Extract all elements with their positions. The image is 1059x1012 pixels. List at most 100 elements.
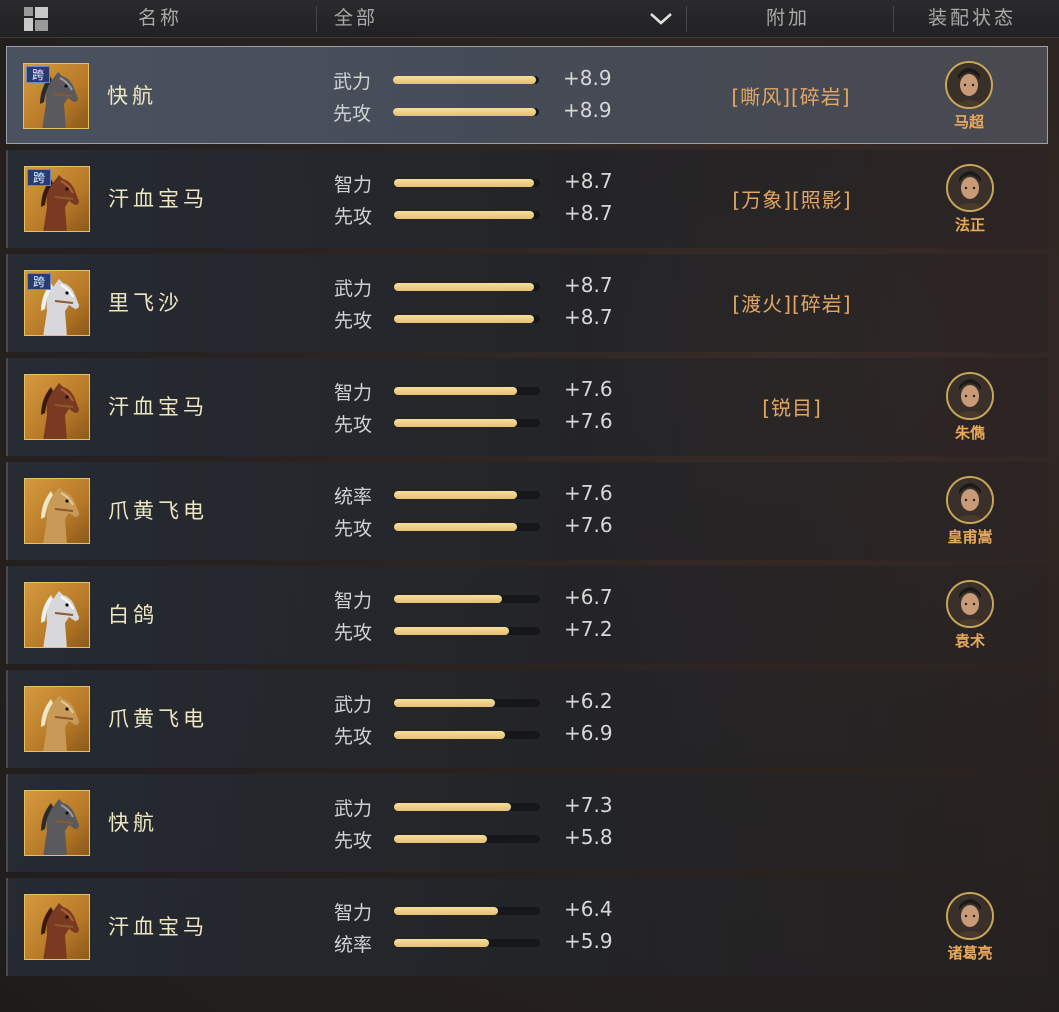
stat-label: 智力 <box>334 590 373 612</box>
stat-value: +7.6 <box>564 481 613 505</box>
stat-label: 先攻 <box>334 830 373 852</box>
stat-label: 先攻 <box>333 103 372 125</box>
general-avatar[interactable] <box>946 580 994 628</box>
header-attach[interactable]: 附加 <box>766 0 810 38</box>
mount-name: 爪黄飞电 <box>108 707 208 731</box>
mount-row[interactable]: 快航 武力 +7.3 先攻 +5.8 <box>6 774 1048 872</box>
horse-portrait <box>24 686 90 752</box>
mount-name: 白鸽 <box>108 603 158 627</box>
stat-bar-fill <box>394 595 503 603</box>
mount-row[interactable]: 汗血宝马 智力 +7.6 先攻 +7.6 [锐目] 朱儁 <box>6 358 1048 456</box>
attached-traits[interactable]: [渡火][碎岩] <box>682 288 902 317</box>
stat-bar-fill <box>394 179 535 187</box>
stat-value: +8.9 <box>563 66 612 90</box>
stat-value: +8.7 <box>564 305 613 329</box>
stat-bar <box>393 76 539 84</box>
stat-bar <box>394 491 540 499</box>
stat-value: +8.7 <box>564 201 613 225</box>
general-avatar[interactable] <box>946 892 994 940</box>
cross-badge: 跨 <box>27 273 51 290</box>
horse-portrait: 跨 <box>24 270 90 336</box>
stat-label: 先攻 <box>334 206 373 228</box>
stat-bar <box>394 595 540 603</box>
stat-value: +7.6 <box>564 377 613 401</box>
mount-row[interactable]: 跨快航 武力 +8.9 先攻 +8.9 [嘶风][碎岩] 马超 <box>6 46 1048 144</box>
stat-bar-fill <box>394 731 505 739</box>
mount-row[interactable]: 跨里飞沙 武力 +8.7 先攻 +8.7 [渡火][碎岩] <box>6 254 1048 352</box>
stat-bar <box>394 907 540 915</box>
stat-bar <box>394 699 540 707</box>
stat-label: 统率 <box>334 934 373 956</box>
stat-label: 先攻 <box>334 726 373 748</box>
header-name[interactable]: 名称 <box>138 0 182 38</box>
attached-traits[interactable]: [锐目] <box>682 392 902 421</box>
mount-name: 汗血宝马 <box>108 915 208 939</box>
general-name: 法正 <box>954 216 985 234</box>
stat-bar-fill <box>394 803 511 811</box>
stat-bar-fill <box>394 419 517 427</box>
mount-row[interactable]: 爪黄飞电 武力 +6.2 先攻 +6.9 <box>6 670 1048 768</box>
stat-label: 先攻 <box>334 518 373 540</box>
stat-label: 武力 <box>334 694 373 716</box>
general-avatar[interactable] <box>946 476 994 524</box>
stat-label: 统率 <box>334 486 373 508</box>
attached-traits[interactable]: [嘶风][碎岩] <box>681 81 901 110</box>
stat-label: 智力 <box>334 902 373 924</box>
stat-bar <box>394 835 540 843</box>
stat-value: +7.3 <box>564 793 613 817</box>
stat-label: 先攻 <box>334 622 373 644</box>
mount-row[interactable]: 白鸽 智力 +6.7 先攻 +7.2 袁术 <box>6 566 1048 664</box>
stat-label: 武力 <box>334 278 373 300</box>
stat-label: 武力 <box>333 71 372 93</box>
horse-portrait: 跨 <box>24 166 90 232</box>
stat-bar-fill <box>394 699 495 707</box>
horse-portrait: 跨 <box>23 63 89 129</box>
mount-name: 汗血宝马 <box>108 395 208 419</box>
stat-value: +6.9 <box>564 721 613 745</box>
stat-label: 先攻 <box>334 310 373 332</box>
stat-bar-fill <box>394 835 488 843</box>
horse-portrait <box>24 894 90 960</box>
stat-bar-fill <box>394 283 535 291</box>
mount-name: 快航 <box>107 84 157 108</box>
stat-bar <box>394 211 540 219</box>
stat-bar-fill <box>394 939 489 947</box>
stat-bar-fill <box>394 523 517 531</box>
stat-label: 武力 <box>334 798 373 820</box>
mount-row[interactable]: 汗血宝马 智力 +6.4 统率 +5.9 诸葛亮 <box>6 878 1048 976</box>
chevron-down-icon[interactable] <box>648 8 674 28</box>
stat-bar-fill <box>394 907 498 915</box>
general-name: 朱儁 <box>954 424 985 442</box>
cross-badge: 跨 <box>26 66 50 83</box>
stat-bar <box>394 627 540 635</box>
stat-value: +8.7 <box>564 169 613 193</box>
attached-traits[interactable]: [万象][照影] <box>682 184 902 213</box>
stat-bar <box>394 315 540 323</box>
general-avatar[interactable] <box>945 61 993 109</box>
stat-bar <box>393 108 539 116</box>
horse-portrait <box>24 478 90 544</box>
stat-label: 先攻 <box>334 414 373 436</box>
stat-value: +7.6 <box>564 409 613 433</box>
general-name: 袁术 <box>954 632 985 650</box>
general-name: 诸葛亮 <box>947 944 993 962</box>
mount-name: 里飞沙 <box>108 291 183 315</box>
stat-value: +7.6 <box>564 513 613 537</box>
stat-bar-fill <box>394 627 510 635</box>
header-filter[interactable]: 全部 <box>334 0 378 38</box>
mount-row[interactable]: 跨汗血宝马 智力 +8.7 先攻 +8.7 [万象][照影] 法正 <box>6 150 1048 248</box>
mount-name: 爪黄飞电 <box>108 499 208 523</box>
stat-value: +8.7 <box>564 273 613 297</box>
general-name: 皇甫嵩 <box>947 528 993 546</box>
general-avatar[interactable] <box>946 164 994 212</box>
grid-view-icon[interactable] <box>24 7 48 31</box>
header-equip-status[interactable]: 装配状态 <box>928 0 1016 38</box>
mount-row[interactable]: 爪黄飞电 统率 +7.6 先攻 +7.6 皇甫嵩 <box>6 462 1048 560</box>
stat-bar-fill <box>394 387 517 395</box>
stat-bar-fill <box>393 108 537 116</box>
stat-label: 智力 <box>334 382 373 404</box>
stat-value: +8.9 <box>563 98 612 122</box>
mount-name: 快航 <box>108 811 158 835</box>
general-avatar[interactable] <box>946 372 994 420</box>
horse-portrait <box>24 374 90 440</box>
